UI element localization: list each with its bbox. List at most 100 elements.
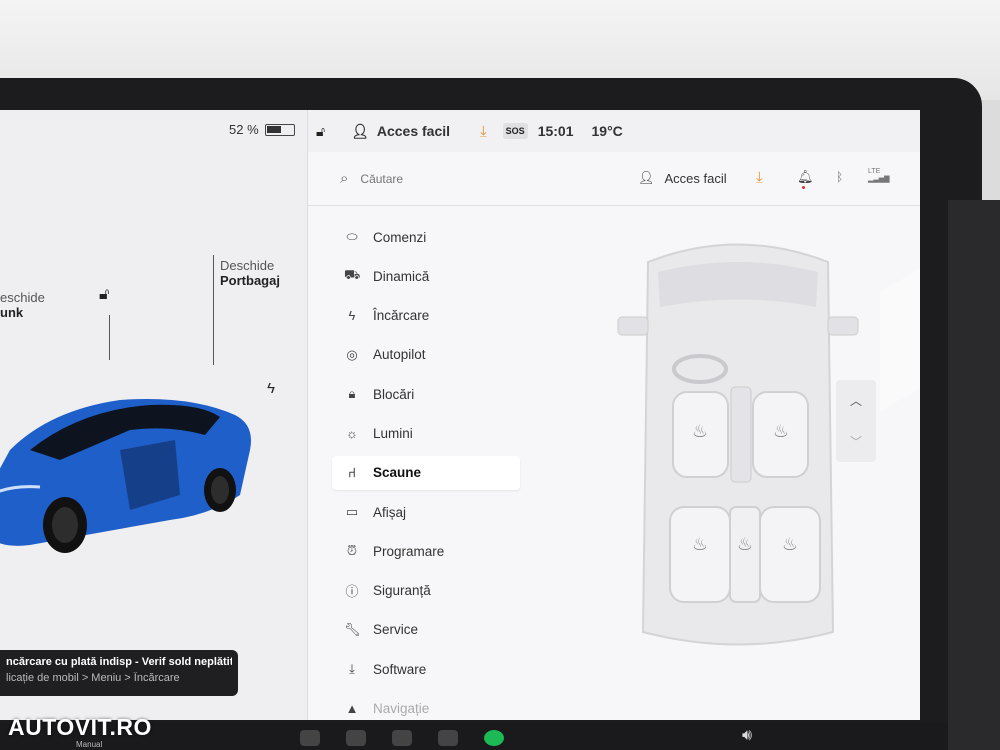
settings-menu: ⬭ Comenzi ⛟ Dinamică ϟ Încărcare ◎ Autop… xyxy=(332,220,520,720)
heat-icon: ♨ xyxy=(692,534,708,554)
outside-temperature: 19°C xyxy=(591,123,623,139)
seat-icon: ⑁ xyxy=(348,465,356,481)
profile-name: Acces facil xyxy=(664,170,727,186)
search-row: ⌕ 👤︎ Acces facil ⤓ 🔔︎ ᛒ LTE▂▃▅▇ xyxy=(308,152,920,206)
light-icon: ☼ xyxy=(346,425,358,441)
watermark-logo: AUTOVIT.RO xyxy=(8,714,152,740)
menu-item-incarcare[interactable]: ϟ Încărcare xyxy=(332,299,520,333)
gear-mode-label: Manual xyxy=(76,740,103,749)
menu-item-autopilot[interactable]: ◎ Autopilot xyxy=(332,338,520,372)
display-icon: ▭ xyxy=(345,504,359,520)
unlock-icon[interactable]: 🔓︎ xyxy=(99,286,109,304)
profile-button[interactable]: 👤︎ Acces facil xyxy=(351,123,450,140)
heat-icon: ♨ xyxy=(692,421,708,441)
menu-item-label: Software xyxy=(373,661,427,677)
profile-button[interactable]: 👤︎ Acces facil xyxy=(638,170,727,186)
open-trunk-button[interactable]: Deschide Portbagaj xyxy=(220,258,280,288)
download-icon: ⤓ xyxy=(349,661,355,677)
menu-item-siguranta[interactable]: ⓘ Siguranță xyxy=(332,574,520,608)
car-icon: ⛟ xyxy=(344,267,361,283)
menu-item-label: Lumini xyxy=(373,425,413,441)
download-icon[interactable]: ⤓ xyxy=(480,123,487,140)
menu-item-label: Navigație xyxy=(373,701,430,717)
search-icon: ⌕ xyxy=(340,170,349,187)
bell-icon[interactable]: 🔔︎ xyxy=(797,169,814,189)
sos-button[interactable]: SOS xyxy=(502,123,528,139)
menu-item-label: Service xyxy=(373,622,419,638)
toggle-icon: ⬭ xyxy=(346,229,358,244)
menu-item-label: Programare xyxy=(373,543,445,559)
rear-center-seat[interactable] xyxy=(729,506,761,603)
taskbar-icons xyxy=(300,730,504,746)
notification-subtitle: licație de mobil > Meniu > Încărcare xyxy=(6,672,180,684)
car-model-render xyxy=(0,399,251,553)
rear-right-seat[interactable] xyxy=(759,506,821,603)
menu-item-blocari[interactable]: 🔒︎ Blocări xyxy=(332,377,520,411)
touchscreen: 52 % eschide unk 🔓︎ Deschide Portbagaj ϟ… xyxy=(0,110,920,720)
dashboard-edge xyxy=(948,200,1000,750)
info-icon: ⓘ xyxy=(345,584,359,600)
cellular-signal-icon: LTE ▂▃▅▇ xyxy=(868,168,890,183)
bluetooth-icon[interactable]: ᛒ xyxy=(836,170,843,184)
heat-icon: ♨ xyxy=(737,534,753,554)
rear-left-seat[interactable] xyxy=(669,506,731,603)
menu-item-navigatie[interactable]: ▲ Navigație xyxy=(332,692,520,720)
menu-item-label: Scaune xyxy=(373,465,422,481)
chevron-up-icon[interactable]: ︿ xyxy=(836,380,876,421)
bolt-icon: ϟ xyxy=(348,308,356,324)
trunk-pointer-line xyxy=(213,255,214,365)
search-input[interactable] xyxy=(360,171,561,186)
menu-item-label: Autopilot xyxy=(373,347,426,363)
frunk-target-label: unk xyxy=(0,305,24,320)
frunk-action-label: eschide xyxy=(0,290,45,305)
app-icon[interactable] xyxy=(346,730,366,746)
battery-indicator: 52 % xyxy=(229,122,295,137)
heat-icon: ♨ xyxy=(782,534,798,554)
battery-icon xyxy=(264,123,295,136)
status-bar: 🔓︎ 👤︎ Acces facil ⤓ SOS 15:01 19°C xyxy=(308,110,920,152)
menu-item-service[interactable]: 🔧︎ Service xyxy=(332,613,520,647)
menu-item-software[interactable]: ⤓ Software xyxy=(332,652,520,686)
trunk-action-label: Deschide xyxy=(220,258,275,273)
person-icon: 👤︎ xyxy=(351,122,369,139)
scroll-control: ︿ ﹀ xyxy=(836,380,876,462)
menu-item-label: Dinamică xyxy=(373,268,430,284)
chevron-down-icon[interactable]: ﹀ xyxy=(836,421,876,462)
media-icon[interactable] xyxy=(438,730,458,746)
charge-port-icon[interactable]: ϟ xyxy=(267,380,275,397)
open-frunk-button[interactable]: eschide unk xyxy=(0,290,45,320)
lock-icon: 🔒︎ xyxy=(348,386,356,402)
menu-item-label: Încărcare xyxy=(373,308,430,324)
clock: 15:01 xyxy=(537,123,574,139)
menu-item-dinamica[interactable]: ⛟ Dinamică xyxy=(332,259,520,293)
person-icon: 👤︎ xyxy=(638,170,655,185)
settings-panel: ⌕ 👤︎ Acces facil ⤓ 🔔︎ ᛒ LTE▂▃▅▇ ⬭ Comenz… xyxy=(308,152,920,720)
trunk-target-label: Portbagaj xyxy=(220,273,280,288)
menu-item-lumini[interactable]: ☼ Lumini xyxy=(332,416,520,450)
app-icon[interactable] xyxy=(300,730,320,746)
calendar-icon[interactable] xyxy=(392,730,412,746)
volume-icon[interactable]: 🔊︎ xyxy=(742,727,752,745)
frunk-pointer-line xyxy=(109,315,110,360)
menu-item-label: Afișaj xyxy=(373,504,407,520)
menu-item-label: Comenzi xyxy=(373,229,427,245)
battery-percent: 52 % xyxy=(229,122,259,137)
menu-item-scaune[interactable]: ⑁ Scaune xyxy=(332,455,520,490)
notification-toast[interactable]: ncărcare cu plată indisp - Verif sold ne… xyxy=(0,650,238,696)
download-icon[interactable]: ⤓ xyxy=(756,169,763,186)
steering-wheel-icon: ◎ xyxy=(346,346,358,362)
profile-name: Acces facil xyxy=(376,123,451,139)
unlock-icon[interactable]: 🔓︎ xyxy=(316,123,325,140)
wrench-icon: 🔧︎ xyxy=(344,621,361,637)
menu-item-programare[interactable]: ⏰︎ Programare xyxy=(332,534,520,568)
spotify-icon[interactable] xyxy=(484,730,504,746)
menu-item-comenzi[interactable]: ⬭ Comenzi xyxy=(332,220,520,254)
heat-icon: ♨ xyxy=(773,421,789,441)
menu-item-label: Siguranță xyxy=(373,583,431,599)
alarm-icon: ⏰︎ xyxy=(346,543,358,559)
navigation-icon: ▲ xyxy=(345,701,359,717)
notification-title: ncărcare cu plată indisp - Verif sold ne… xyxy=(6,656,232,668)
menu-item-afisaj[interactable]: ▭ Afișaj xyxy=(332,495,520,529)
lte-label: LTE xyxy=(868,168,881,175)
car-panel: 52 % eschide unk 🔓︎ Deschide Portbagaj ϟ… xyxy=(0,110,308,720)
